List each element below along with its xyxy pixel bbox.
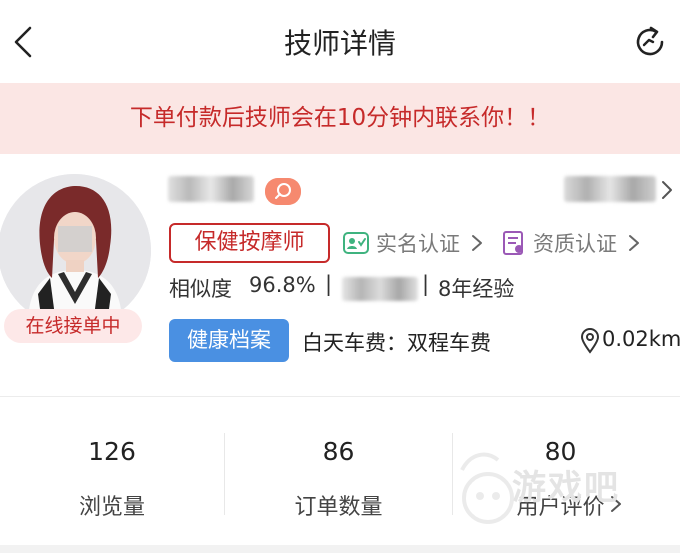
real-name-cert-link[interactable]: 实名认证 [376, 228, 460, 258]
chevron-right-icon[interactable] [628, 233, 640, 253]
stat-views-label: 浏览量 [78, 495, 145, 520]
similarity-value: 96.8% [249, 273, 316, 297]
stat-views: 126 浏览量 [0, 397, 224, 545]
info-blurred [342, 277, 418, 301]
stat-orders-label: 订单数量 [294, 495, 383, 520]
watermark-text: 游戏吧 [512, 468, 620, 508]
similarity-label: 相似度 [169, 277, 232, 301]
chevron-right-icon[interactable] [660, 178, 674, 202]
technician-name-blurred [168, 176, 254, 202]
refresh-icon[interactable] [632, 24, 668, 60]
health-record-button[interactable]: 健康档案 [169, 319, 289, 362]
bottom-strip [0, 545, 680, 553]
notice-banner: 下单付款后技师会在10分钟内联系你！！ [0, 83, 680, 154]
qualification-cert-link[interactable]: 资质认证 [533, 228, 617, 258]
status-badge: 在线接单中 [4, 309, 142, 343]
distance-value: 0.02km [602, 327, 680, 351]
top-bar: 技师详情 [0, 0, 680, 83]
separator: | [422, 272, 430, 296]
certificate-icon [503, 231, 523, 255]
page-title: 技师详情 [283, 27, 396, 60]
role-tag: 保健按摩师 [169, 223, 330, 263]
location-pin-icon [580, 328, 600, 354]
separator: | [325, 272, 333, 296]
id-card-icon [343, 232, 369, 254]
avatar[interactable] [0, 174, 151, 327]
stat-orders-value: 86 [322, 437, 355, 466]
avatar-portrait-icon [0, 174, 151, 327]
stat-orders: 86 订单数量 [225, 397, 452, 545]
chevron-right-icon[interactable] [471, 233, 483, 253]
store-info-blurred[interactable] [564, 176, 656, 202]
experience-label: 8年经验 [438, 277, 515, 301]
technician-profile-card: 在线接单中 保健按摩师 实名认证 资质认证 相似度 96.8% | | 8年经验… [0, 154, 680, 396]
search-tag-icon[interactable] [265, 178, 301, 205]
stat-views-value: 126 [88, 437, 136, 466]
travel-fee-text: 白天车费：双程车费 [302, 331, 491, 355]
